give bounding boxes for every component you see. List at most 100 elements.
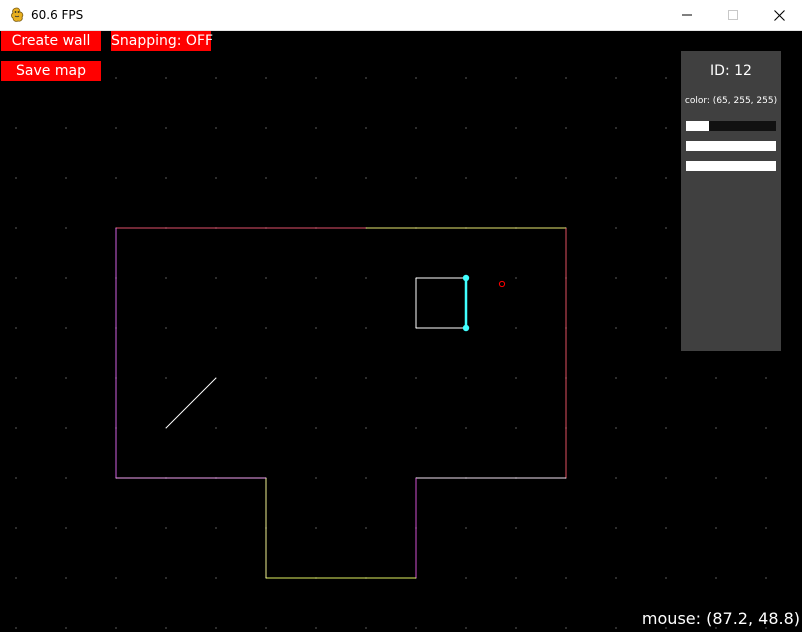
app-window: 60.6 FPS Create wall Snapping: OFF Save … <box>0 0 802 632</box>
grid-dot <box>565 77 567 79</box>
grid-dot <box>265 277 267 279</box>
save-map-button[interactable]: Save map <box>1 61 101 81</box>
grid-dot <box>615 577 617 579</box>
grid-dot <box>215 277 217 279</box>
green-channel-slider[interactable] <box>686 141 776 151</box>
blue-channel-slider[interactable] <box>686 161 776 171</box>
close-button[interactable] <box>756 0 802 30</box>
grid-dot <box>65 577 67 579</box>
grid-dot <box>165 627 167 629</box>
grid-dot <box>715 377 717 379</box>
grid-dot <box>165 327 167 329</box>
grid-dot <box>65 177 67 179</box>
grid-dot <box>465 627 467 629</box>
grid-dot <box>465 527 467 529</box>
grid-dot <box>215 327 217 329</box>
title-bar[interactable]: 60.6 FPS <box>0 0 802 31</box>
grid-dot <box>15 477 17 479</box>
mouse-coordinates-readout: mouse: (87.2, 48.8) <box>641 609 800 628</box>
grid-dot <box>15 427 17 429</box>
grid-dot <box>165 527 167 529</box>
grid-dot <box>215 577 217 579</box>
grid-dot <box>465 577 467 579</box>
cursor-marker <box>498 280 506 288</box>
grid-dot <box>665 227 667 229</box>
maximize-icon <box>728 10 738 20</box>
wall-inspector-panel: ID: 12 color: (65, 255, 255) <box>681 51 781 351</box>
grid-dot <box>165 577 167 579</box>
diagonal-wall[interactable] <box>165 377 217 429</box>
grid-dot <box>565 177 567 179</box>
red-channel-slider[interactable] <box>686 121 776 131</box>
inner-box-walls[interactable] <box>415 277 466 329</box>
grid-dot <box>365 627 367 629</box>
grid-dot <box>265 377 267 379</box>
grid-dot <box>615 427 617 429</box>
grid-dot <box>315 627 317 629</box>
minimize-button[interactable] <box>664 0 710 30</box>
grid-dot <box>215 177 217 179</box>
grid-dot <box>65 477 67 479</box>
grid-dot <box>515 127 517 129</box>
grid-dot <box>15 377 17 379</box>
wall-endpoint-handle[interactable] <box>462 274 470 282</box>
grid-dot <box>315 127 317 129</box>
grid-dot <box>315 277 317 279</box>
grid-dot <box>615 327 617 329</box>
grid-dot <box>65 427 67 429</box>
grid-dot <box>15 627 17 629</box>
grid-dot <box>415 427 417 429</box>
grid-dot <box>365 527 367 529</box>
grid-dot <box>615 127 617 129</box>
grid-dot <box>165 377 167 379</box>
create-wall-button[interactable]: Create wall <box>1 31 101 51</box>
grid-dot <box>465 427 467 429</box>
wall-color-label: color: (65, 255, 255) <box>684 96 778 106</box>
grid-dot <box>165 77 167 79</box>
pygame-snake-icon <box>9 7 25 23</box>
green-slider-fill <box>686 141 776 151</box>
grid-dot <box>15 527 17 529</box>
grid-dot <box>215 77 217 79</box>
grid-dot <box>715 577 717 579</box>
grid-dot <box>315 327 317 329</box>
grid-dot <box>365 427 367 429</box>
grid-dot <box>365 277 367 279</box>
snapping-toggle-button[interactable]: Snapping: OFF <box>111 31 213 51</box>
selected-wall[interactable] <box>462 274 470 332</box>
grid-dot <box>265 177 267 179</box>
grid-dot <box>165 177 167 179</box>
grid-dot <box>215 427 217 429</box>
grid-dot <box>315 177 317 179</box>
grid-dot <box>65 327 67 329</box>
grid-dot <box>565 527 567 529</box>
grid-dot <box>665 277 667 279</box>
grid-dot <box>115 127 117 129</box>
grid-dot <box>315 427 317 429</box>
grid-dot <box>765 427 767 429</box>
grid-dot <box>65 277 67 279</box>
grid-dot <box>415 77 417 79</box>
wall-endpoint-handle[interactable] <box>462 324 470 332</box>
grid-dot <box>65 377 67 379</box>
grid-dot <box>515 177 517 179</box>
grid-dot <box>615 277 617 279</box>
outer-room-walls[interactable] <box>115 227 567 579</box>
grid-dot <box>415 377 417 379</box>
grid-dot <box>665 477 667 479</box>
grid-dot <box>115 77 117 79</box>
grid-dot <box>765 477 767 479</box>
grid-dot <box>15 327 17 329</box>
grid-dot <box>515 327 517 329</box>
grid-dot <box>515 627 517 629</box>
grid-dot <box>115 527 117 529</box>
grid-dot <box>365 327 367 329</box>
grid-dot <box>465 127 467 129</box>
grid-dot <box>715 427 717 429</box>
grid-dot <box>615 227 617 229</box>
close-icon <box>773 9 785 21</box>
grid-dot <box>415 627 417 629</box>
grid-dot <box>215 527 217 529</box>
grid-dot <box>465 77 467 79</box>
maximize-button[interactable] <box>710 0 756 30</box>
